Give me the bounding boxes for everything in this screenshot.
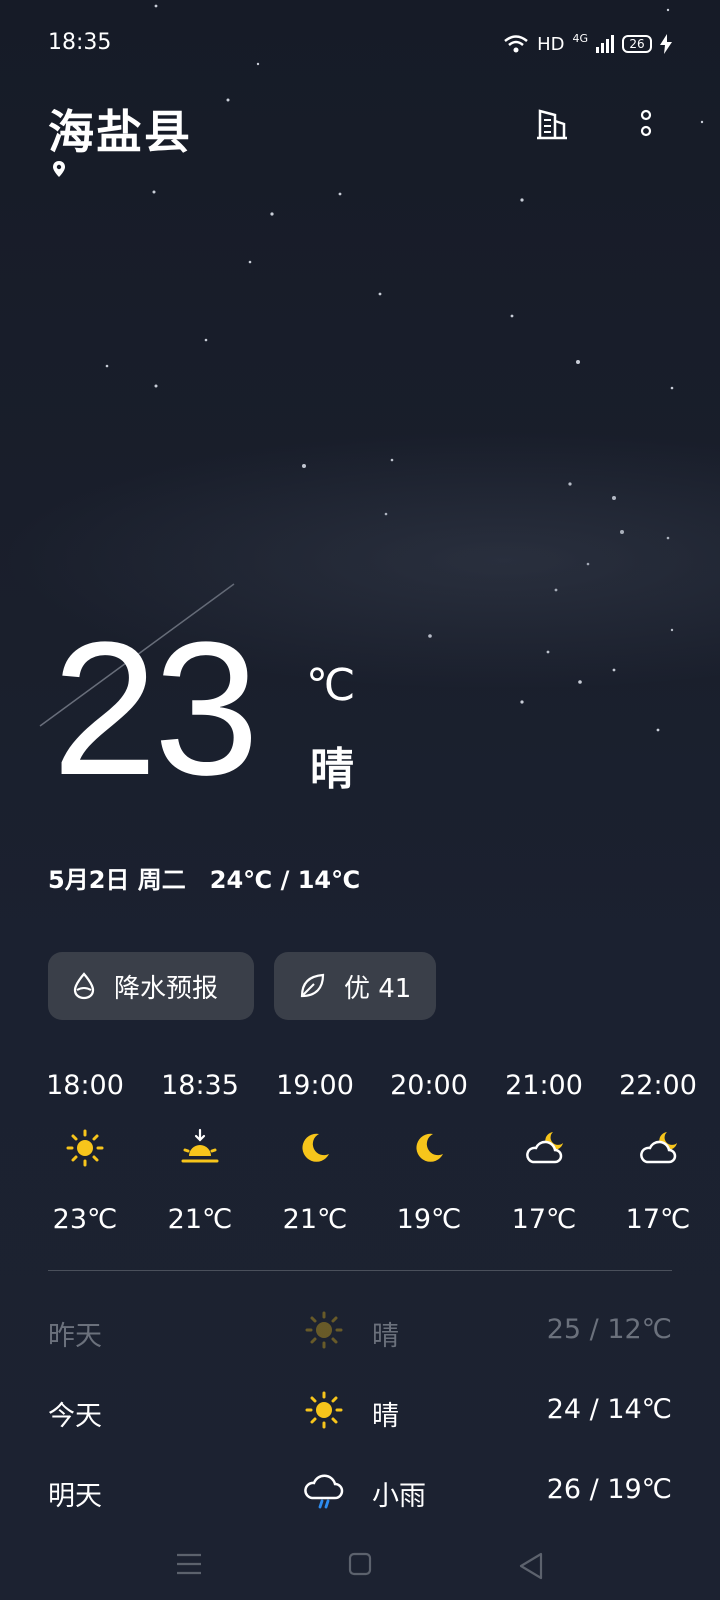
sun-icon [305,1391,343,1429]
daily-temp-range: 25 / 12℃ [546,1314,672,1345]
hourly-forecast[interactable]: 18:00 23℃ 18:35 21℃ 19:00 21℃ 20:00 19℃ … [0,1070,720,1250]
daily-row-today[interactable]: 今天 晴 24 / 14℃ [0,1386,720,1434]
battery-level: 26 [629,37,645,51]
daily-condition: 小雨 [372,1481,426,1512]
daily-condition: 晴 [372,1321,399,1352]
daily-day: 今天 [48,1401,102,1432]
temperature-unit: ℃ [306,660,356,711]
hourly-time: 19:00 [276,1070,354,1101]
date-line: 5月2日 周二 24℃ / 14℃ [48,860,360,895]
status-time: 18:35 [48,30,112,55]
signal-type-label: 4G [572,31,588,45]
rain-cloud-icon [304,1474,344,1509]
network-type-label: HD [537,33,565,55]
daily-temp-range: 26 / 19℃ [546,1474,672,1505]
daily-day: 昨天 [48,1321,102,1352]
cloud-moon-icon [526,1132,563,1164]
back-triangle-icon [519,1552,543,1580]
hourly-time: 18:00 [46,1070,124,1101]
daily-condition: 晴 [372,1401,399,1432]
menu-nav-button[interactable] [176,1552,202,1580]
home-nav-button[interactable] [348,1552,372,1580]
current-condition: 晴 [310,744,354,795]
moon-icon [302,1133,329,1162]
air-quality-button[interactable]: 优 41 [274,952,436,1020]
hourly-temp: 17℃ [511,1204,577,1235]
city-title[interactable]: 海盐县 [48,96,192,162]
air-quality-label: 优 41 [344,973,412,1004]
home-square-icon [348,1552,372,1576]
water-drop-icon [73,972,95,1000]
leaf-icon [300,973,325,998]
charging-icon [660,34,672,54]
hourly-temp: 17℃ [625,1204,691,1235]
hourly-temp: 19℃ [396,1204,462,1235]
moon-icon [416,1133,443,1162]
daily-day: 明天 [48,1481,102,1512]
daily-row-tomorrow[interactable]: 明天 小雨 26 / 19℃ [0,1466,720,1514]
system-navigation-bar [0,1540,720,1600]
sunset-icon [181,1128,219,1163]
more-options-button[interactable] [626,104,666,144]
wifi-icon [504,35,528,53]
location-pin-icon [53,161,65,177]
hourly-temp: 23℃ [52,1204,118,1235]
divider [48,1270,672,1271]
daily-row-yesterday[interactable]: 昨天 晴 25 / 12℃ [0,1306,720,1354]
status-bar: 18:35 HD 4G 26 [0,0,720,88]
back-nav-button[interactable] [518,1552,544,1584]
daily-temp-range: 24 / 14℃ [546,1394,672,1425]
precipitation-forecast-label: 降水预报 [114,973,219,1004]
hourly-time: 20:00 [390,1070,468,1101]
hourly-temp: 21℃ [167,1204,233,1235]
hourly-time: 21:00 [505,1070,583,1101]
sun-icon [66,1129,104,1167]
more-vertical-icon [640,109,652,137]
city-manage-button[interactable] [532,104,572,144]
menu-icon [177,1553,201,1575]
precipitation-forecast-button[interactable]: 降水预报 [48,952,254,1020]
sun-icon [305,1311,343,1349]
signal-icon [596,35,614,53]
battery-icon: 26 [622,35,652,53]
hourly-temp: 21℃ [282,1204,348,1235]
hourly-time: 18:35 [161,1070,239,1101]
current-date: 5月2日 周二 [48,866,186,894]
building-icon [537,109,567,140]
cloud-moon-icon [640,1132,677,1164]
status-icons: HD 4G 26 [503,32,672,56]
hourly-time: 22:00 [619,1070,697,1101]
today-temp-range: 24℃ / 14℃ [209,866,361,894]
current-temperature: 23 [52,603,259,815]
